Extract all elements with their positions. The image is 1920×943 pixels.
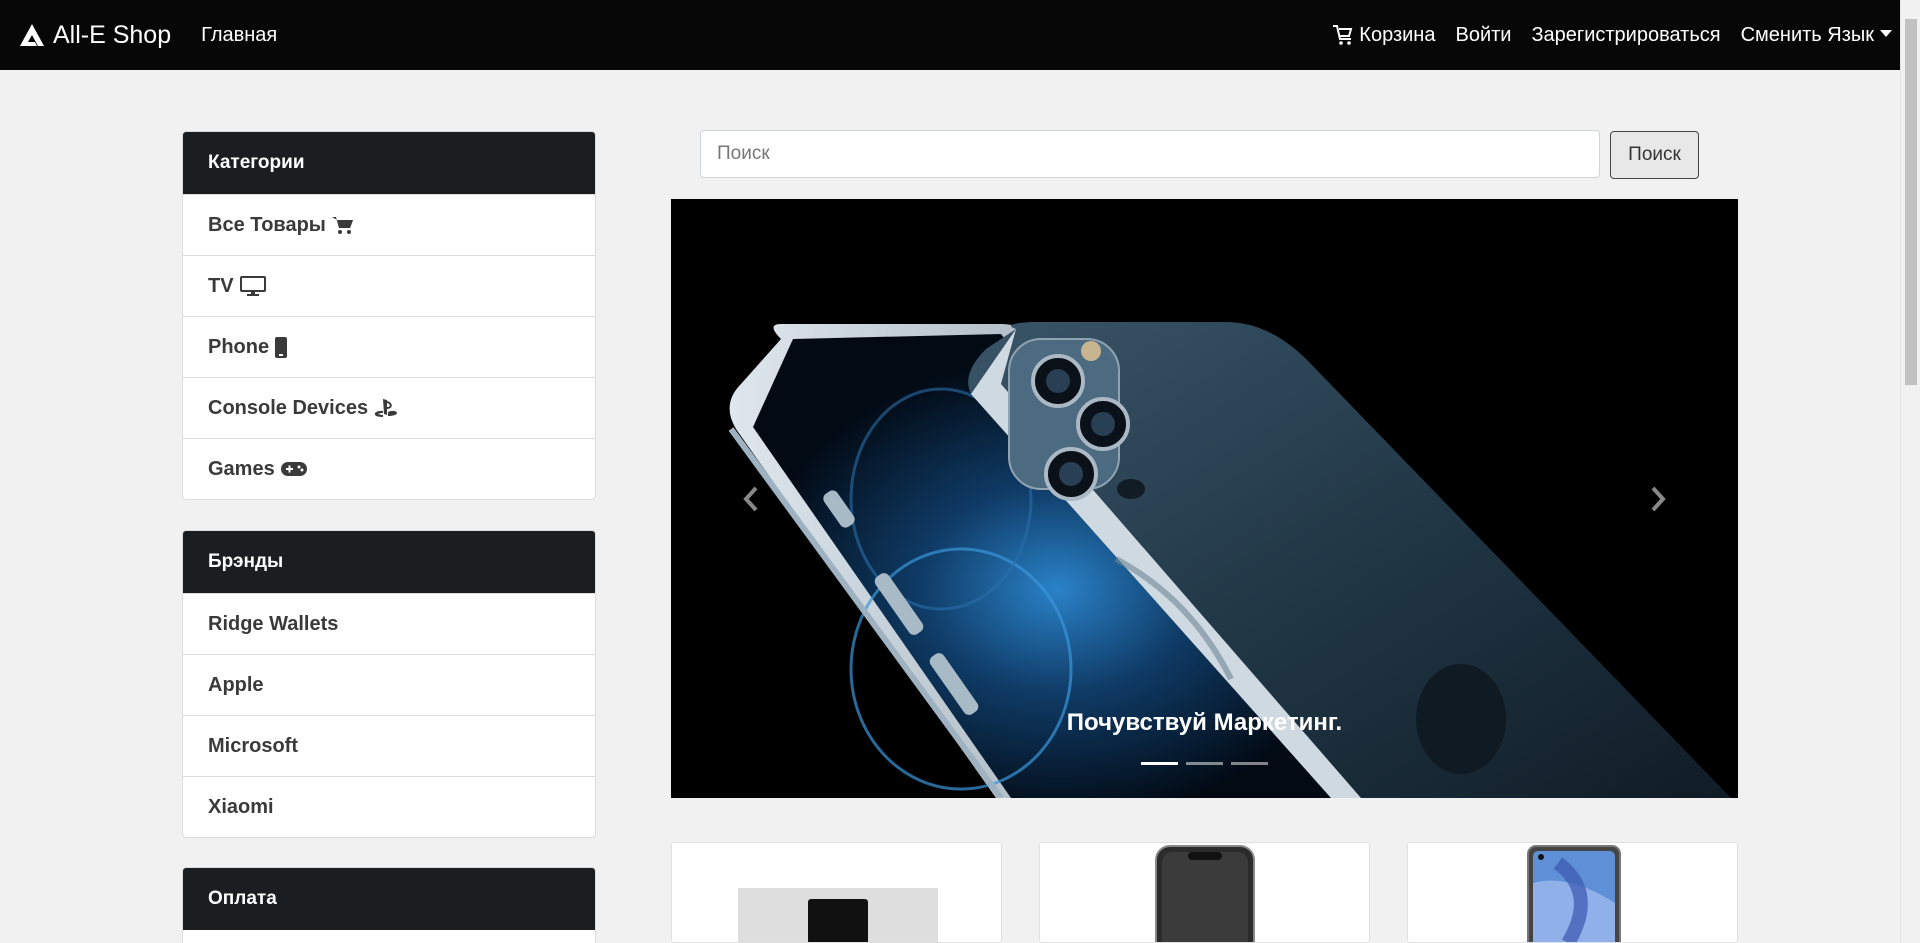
category-label: Все Товары: [208, 213, 326, 236]
monitor-icon: [239, 276, 266, 296]
category-label: TV: [208, 274, 234, 297]
brand-logo-icon: [20, 24, 44, 46]
category-label: Games: [208, 457, 275, 480]
caret-down-icon: [1880, 29, 1892, 37]
product-card[interactable]: [671, 842, 1002, 943]
carousel-indicator[interactable]: [1141, 762, 1178, 765]
carousel-caption: Почувствуй Маркетинг.: [1066, 709, 1343, 736]
category-item-all-products[interactable]: Все Товары: [183, 194, 595, 255]
gamepad-icon: [280, 461, 307, 477]
nav-cart-link[interactable]: Корзина: [1331, 23, 1435, 47]
language-dropdown[interactable]: Сменить Язык: [1741, 24, 1892, 47]
top-navbar: All-E Shop Главная Корзина Войти Зарегис…: [0, 0, 1900, 70]
brand-item-microsoft[interactable]: Microsoft: [183, 715, 595, 776]
payment-card: Оплата: [182, 867, 596, 943]
brand-item-apple[interactable]: Apple: [183, 654, 595, 715]
nav-register-link[interactable]: Зарегистрироваться: [1531, 24, 1720, 47]
categories-card: Категории Все Товары TV Phone Console De…: [182, 131, 596, 500]
category-label: Phone: [208, 335, 270, 358]
hero-carousel: Почувствуй Маркетинг.: [671, 199, 1738, 798]
cart-icon: [1333, 25, 1353, 45]
chevron-left-icon: [743, 486, 758, 512]
product-image-xiaomi-phone: [1527, 845, 1621, 942]
mobile-phone-icon: [275, 336, 288, 358]
category-item-phone[interactable]: Phone: [183, 316, 595, 377]
category-item-games[interactable]: Games: [183, 438, 595, 499]
brand-item-ridge-wallets[interactable]: Ridge Wallets: [183, 593, 595, 654]
product-image-phone: [1155, 845, 1255, 942]
product-card[interactable]: [1407, 842, 1738, 943]
product-card[interactable]: [1039, 842, 1370, 943]
brand-name: All-E Shop: [53, 20, 172, 49]
category-item-tv[interactable]: TV: [183, 255, 595, 316]
category-label: Console Devices: [208, 396, 369, 419]
nav-home-link[interactable]: Главная: [201, 24, 277, 47]
category-item-console-devices[interactable]: Console Devices: [183, 377, 595, 438]
carousel-indicators: [671, 762, 1738, 765]
carousel-indicator[interactable]: [1231, 762, 1268, 765]
brands-card: Брэнды Ridge Wallets Apple Microsoft Xia…: [182, 530, 596, 838]
brands-header: Брэнды: [183, 531, 595, 593]
carousel-indicator[interactable]: [1186, 762, 1223, 765]
nav-login-link[interactable]: Войти: [1455, 24, 1511, 47]
language-dropdown-label: Сменить Язык: [1740, 23, 1874, 46]
nav-cart-label: Корзина: [1359, 23, 1436, 46]
categories-header: Категории: [183, 132, 595, 194]
product-image-xbox: [738, 888, 938, 942]
page-scrollbar[interactable]: [1900, 0, 1920, 943]
carousel-prev-button[interactable]: [731, 479, 771, 519]
search-button[interactable]: Поиск: [1610, 131, 1699, 179]
brand-item-xiaomi[interactable]: Xiaomi: [183, 776, 595, 837]
scrollbar-thumb[interactable]: [1905, 19, 1917, 385]
search-input[interactable]: [700, 130, 1600, 178]
brand-logo-link[interactable]: All-E Shop: [19, 21, 171, 50]
shopping-cart-icon: [331, 215, 354, 235]
playstation-icon: [374, 398, 398, 418]
payment-header: Оплата: [183, 868, 595, 930]
chevron-right-icon: [1651, 486, 1666, 512]
carousel-next-button[interactable]: [1638, 479, 1678, 519]
